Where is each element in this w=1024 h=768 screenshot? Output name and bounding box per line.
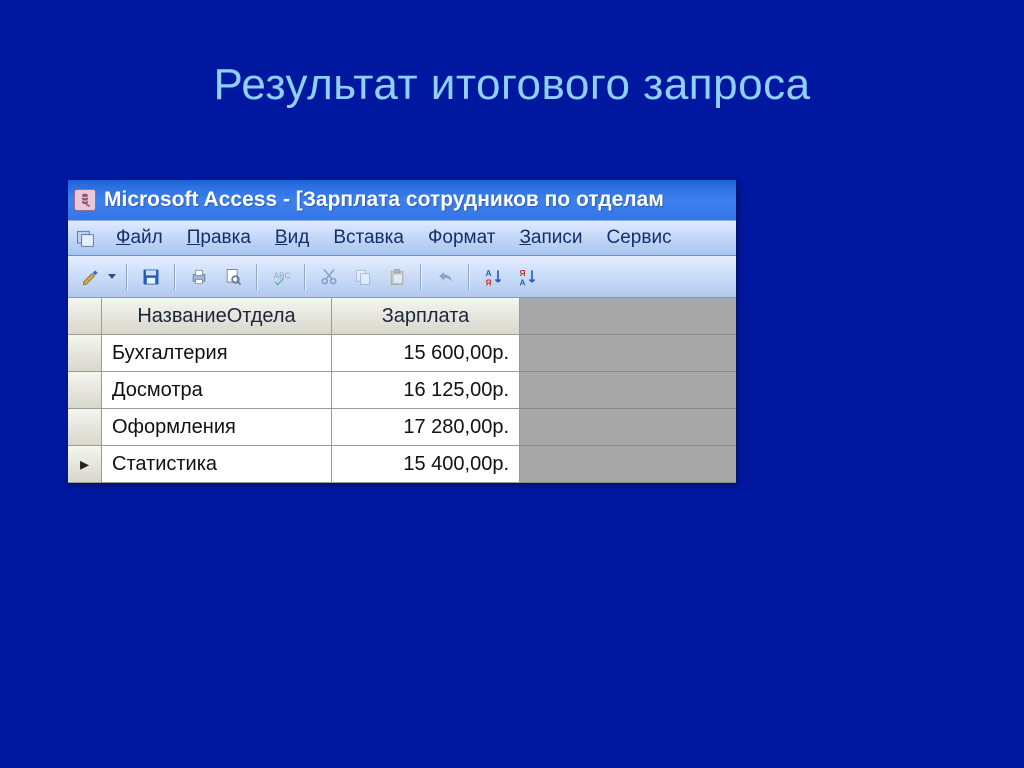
grid-header-row: НазваниеОтдела Зарплата	[68, 298, 736, 335]
table-cell[interactable]: 17 280,00р.	[332, 409, 520, 446]
table-cell[interactable]: Бухгалтерия	[102, 335, 332, 372]
table-row[interactable]: Досмотра16 125,00р.	[68, 372, 736, 409]
select-all-cell[interactable]	[68, 298, 102, 335]
menu-item[interactable]: Записи	[507, 225, 594, 251]
row-selector[interactable]: ▸	[68, 446, 102, 483]
grid-filler	[520, 446, 736, 483]
view-dropdown-arrow[interactable]	[108, 274, 116, 279]
table-cell[interactable]: 16 125,00р.	[332, 372, 520, 409]
access-window: Microsoft Access - [Зарплата сотрудников…	[68, 180, 736, 483]
column-header[interactable]: НазваниеОтдела	[102, 298, 332, 335]
copy-icon[interactable]	[348, 262, 378, 292]
print-preview-icon[interactable]	[218, 262, 248, 292]
toolbar-separator	[126, 264, 128, 290]
menu-item[interactable]: Вид	[263, 225, 321, 251]
menu-item[interactable]: Формат	[416, 225, 508, 251]
toolbar-separator	[256, 264, 258, 290]
sort-desc-icon[interactable]: ЯА	[512, 262, 542, 292]
grid-filler	[520, 335, 736, 372]
menu-item[interactable]: Правка	[175, 225, 263, 251]
row-selector[interactable]	[68, 335, 102, 372]
table-row[interactable]: ▸Статистика15 400,00р.	[68, 446, 736, 483]
menubar: ФайлПравкаВидВставкаФорматЗаписиСервис	[68, 220, 736, 256]
grid-filler	[520, 409, 736, 446]
toolbar: ABC АЯ ЯА	[68, 256, 736, 298]
toolbar-separator	[304, 264, 306, 290]
table-cell[interactable]: 15 600,00р.	[332, 335, 520, 372]
toolbar-separator	[174, 264, 176, 290]
slide: Результат итогового запроса Microsoft Ac…	[0, 0, 1024, 768]
table-cell[interactable]: Оформления	[102, 409, 332, 446]
menu-item[interactable]: Вставка	[321, 225, 416, 251]
grid-filler	[520, 298, 736, 335]
table-row[interactable]: Бухгалтерия15 600,00р.	[68, 335, 736, 372]
design-view-icon[interactable]	[76, 262, 106, 292]
slide-title: Результат итогового запроса	[0, 0, 1024, 110]
print-icon[interactable]	[184, 262, 214, 292]
sort-asc-icon[interactable]: АЯ	[478, 262, 508, 292]
column-header[interactable]: Зарплата	[332, 298, 520, 335]
access-app-icon	[74, 189, 96, 211]
paste-icon[interactable]	[382, 262, 412, 292]
titlebar: Microsoft Access - [Зарплата сотрудников…	[68, 180, 736, 220]
row-selector[interactable]	[68, 409, 102, 446]
grid-filler	[520, 372, 736, 409]
toolbar-separator	[420, 264, 422, 290]
spelling-icon[interactable]: ABC	[266, 262, 296, 292]
window-title: Microsoft Access - [Зарплата сотрудников…	[104, 188, 664, 212]
data-grid: НазваниеОтдела Зарплата Бухгалтерия15 60…	[68, 298, 736, 483]
table-row[interactable]: Оформления17 280,00р.	[68, 409, 736, 446]
table-cell[interactable]: Досмотра	[102, 372, 332, 409]
toolbar-separator	[468, 264, 470, 290]
undo-icon[interactable]	[430, 262, 460, 292]
row-selector[interactable]	[68, 372, 102, 409]
table-cell[interactable]: Статистика	[102, 446, 332, 483]
save-icon[interactable]	[136, 262, 166, 292]
svg-text:А: А	[520, 277, 526, 287]
window-menu-icon[interactable]	[74, 227, 96, 249]
cut-icon[interactable]	[314, 262, 344, 292]
menu-item[interactable]: Файл	[104, 225, 175, 251]
svg-text:Я: Я	[486, 277, 492, 287]
table-cell[interactable]: 15 400,00р.	[332, 446, 520, 483]
menu-item[interactable]: Сервис	[595, 225, 684, 251]
